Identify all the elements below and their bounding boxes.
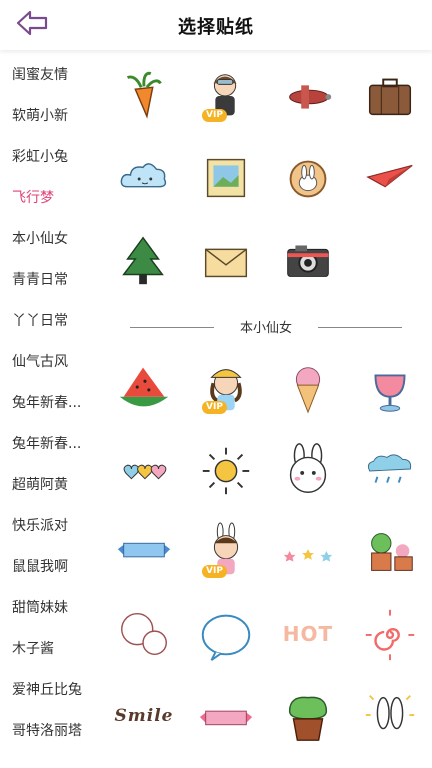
sidebar-item[interactable]: 超萌阿黄 [12,474,100,494]
sun-icon [196,440,256,500]
bunny-ears-icon [360,686,420,746]
stars-icon [278,522,338,582]
hot-text-icon: HOT [282,622,334,646]
sidebar-item[interactable]: 鼠鼠我啊 [12,556,100,576]
sticker-item[interactable] [112,520,176,584]
sidebar-item[interactable]: 甜筒妹妹 [12,597,100,617]
bunny-cookie-icon [278,148,338,208]
sticker-grid: 本小仙女 VIP VIP VIP HOT Smile [104,52,432,768]
watermelon-icon [114,358,174,418]
hearts-icon [114,440,174,500]
sticker-item[interactable] [276,64,340,128]
sidebar-item[interactable]: 兔年新春... [12,433,100,453]
sticker-item[interactable] [276,146,340,210]
sticker-item[interactable] [358,602,422,666]
sidebar-item[interactable]: 彩虹小兔 [12,146,100,166]
sticker-item[interactable] [276,520,340,584]
sticker-item[interactable] [358,146,422,210]
swirl-sun-icon [360,604,420,664]
camera-icon [278,230,338,290]
sticker-item[interactable]: Smile [112,684,176,748]
speech-bubbles-icon [114,604,174,664]
rain-cloud-icon [360,440,420,500]
bunny-face-icon [278,440,338,500]
sticker-item[interactable] [358,684,422,748]
sticker-item[interactable]: VIP [194,64,258,128]
vip-badge: VIP [202,401,227,414]
sticker-item[interactable]: VIP [194,356,258,420]
sticker-item[interactable] [112,228,176,292]
drink-glass-icon [360,358,420,418]
round-bubble-icon [196,604,256,664]
header-bar: 选择贴纸 [0,0,432,50]
airplane-icon [278,66,338,126]
sidebar-item[interactable]: 青青日常 [12,269,100,289]
sticker-item[interactable]: HOT [276,602,340,666]
sidebar-item[interactable]: 丫丫日常 [12,310,100,330]
sidebar-item[interactable]: 闺蜜友情 [12,64,100,84]
tree-icon [114,230,174,290]
sticker-item[interactable] [358,438,422,502]
sticker-item[interactable] [276,356,340,420]
potted-plants-icon [360,522,420,582]
sticker-item[interactable] [194,602,258,666]
sidebar-item[interactable]: 飞行梦 [12,187,100,207]
sticker-item[interactable] [194,684,258,748]
vip-badge: VIP [202,565,227,578]
sticker-item[interactable] [358,356,422,420]
sidebar-item[interactable]: 木子酱 [12,638,100,658]
sidebar-item[interactable]: 软萌小新 [12,105,100,125]
sticker-item[interactable] [276,684,340,748]
vip-badge: VIP [202,109,227,122]
sticker-item[interactable] [112,64,176,128]
sticker-item[interactable]: VIP [194,520,258,584]
sidebar-item[interactable]: 哥特洛丽塔 [12,720,100,740]
ice-cream-icon [278,358,338,418]
sticker-item[interactable] [276,228,340,292]
photo-frame-icon [196,148,256,208]
sticker-item[interactable] [112,438,176,502]
cloud-icon [114,148,174,208]
category-sidebar: 闺蜜友情软萌小新彩虹小兔飞行梦本小仙女青青日常丫丫日常仙气古风兔年新春... 兔年… [0,52,104,768]
paper-plane-icon [360,148,420,208]
sidebar-item[interactable]: 兔年新春... [12,392,100,412]
sidebar-item[interactable]: 快乐派对 [12,515,100,535]
pink-ribbon-icon [196,686,256,746]
sticker-item[interactable] [112,146,176,210]
section-divider: 本小仙女 [130,317,402,337]
sticker-item[interactable] [112,356,176,420]
sticker-item[interactable] [358,64,422,128]
divider-line-right [318,327,402,328]
sticker-item[interactable] [276,438,340,502]
potted-cactus-icon [278,686,338,746]
suitcase-icon [360,66,420,126]
sticker-item[interactable] [112,602,176,666]
ribbon-banner-icon [114,522,174,582]
sidebar-item[interactable]: 仙气古风 [12,351,100,371]
sticker-item[interactable] [194,438,258,502]
sidebar-item[interactable]: 本小仙女 [12,228,100,248]
sticker-item[interactable] [358,520,422,584]
sidebar-item[interactable]: 爱神丘比兔 [12,679,100,699]
smile-text-icon: Smile [114,706,174,726]
envelope-icon [196,230,256,290]
sticker-item[interactable] [194,146,258,210]
sticker-item[interactable] [194,228,258,292]
page-title: 选择贴纸 [178,17,254,38]
carrot-icon [114,66,174,126]
